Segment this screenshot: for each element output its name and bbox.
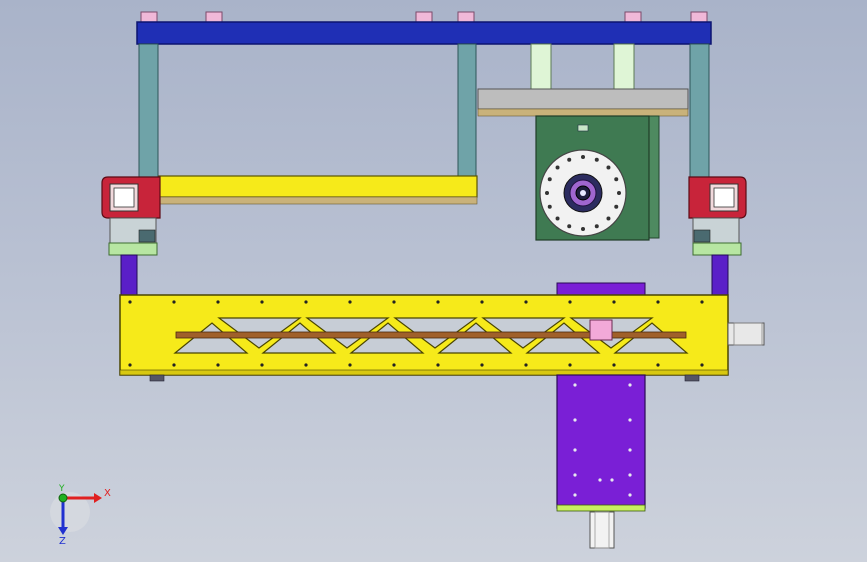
bolt-hole [573,473,577,477]
triad-z-label: Z [59,536,66,547]
carriage-base-strip [556,504,646,512]
bolt-hole [581,155,585,159]
bolt-hole [598,478,602,482]
gantry-assembly-model[interactable] [0,0,867,562]
bolt-hole [700,300,704,304]
left-red-end-block[interactable] [101,176,161,219]
bolt-hole [567,224,572,229]
lower-truss-frame[interactable] [119,294,729,376]
triad-x-arrow-icon [94,493,102,503]
upper-yellow-beam[interactable] [158,175,478,198]
cad-viewport[interactable]: X Y Z [0,0,867,562]
bolt-hole [392,363,396,367]
right-red-end-block[interactable] [688,176,747,219]
gear-hub-dot [580,190,586,196]
bolt-hole [436,300,440,304]
triad-y-axis-dot [58,493,68,503]
bolt-hole [568,300,572,304]
bolt-hole [348,363,352,367]
bolt-hole [606,216,611,221]
bolt-hole [628,473,632,477]
bolt-hole [172,363,176,367]
bolt-hole [172,300,176,304]
bolt-hole [524,363,528,367]
bolt-hole [545,191,549,195]
bolt-hole [628,383,632,387]
bolt-hole [216,363,220,367]
bolt-hole [348,300,352,304]
bolt-hole [656,363,660,367]
triad-y-label: Y [59,484,65,494]
bolt-hole [304,363,308,367]
bolt-hole [436,363,440,367]
bolt-hole [700,363,704,367]
bolt-hole [614,204,619,209]
bolt-hole [612,363,616,367]
view-orientation-triad[interactable] [50,492,102,535]
purple-carriage-lower[interactable] [556,374,646,509]
purple-carriage-top[interactable] [556,282,646,297]
bolt-hole [573,448,577,452]
rack-teeth-upper [477,108,689,117]
left-guide-bracket [108,217,158,296]
bolt-hole [480,300,484,304]
bolt-hole [617,191,621,195]
right-end-fitting[interactable] [727,322,765,346]
triad-x-label: X [104,488,111,499]
bolt-hole [480,363,484,367]
bolt-hole [524,300,528,304]
bolt-hole [392,300,396,304]
bolt-hole [547,204,552,209]
bolt-hole [628,493,632,497]
bolt-hole [216,300,220,304]
top-blue-beam[interactable] [136,21,712,45]
bolt-hole [555,165,560,170]
bolt-hole [614,177,619,182]
bolt-hole [628,418,632,422]
carriage-output-shaft[interactable] [589,511,615,549]
bolt-hole [128,300,132,304]
gearbox-back-plate [647,115,660,239]
bolt-hole [581,227,585,231]
bolt-hole [260,300,264,304]
rack-teeth-lower [158,196,478,205]
bolt-hole [573,418,577,422]
bolt-hole [128,363,132,367]
bolt-hole [555,216,560,221]
bolt-hole [610,478,614,482]
bolt-hole [656,300,660,304]
right-guide-bracket [692,217,742,296]
bolt-hole [612,300,616,304]
bolt-hole [573,493,577,497]
bolt-hole [573,383,577,387]
bolt-hole [606,165,611,170]
gearbox-mount-plate[interactable] [477,88,689,110]
gearbox-hanger-posts [530,43,635,90]
bolt-hole [547,177,552,182]
gearbox-slot [577,124,589,132]
bolt-hole [567,157,572,162]
bolt-hole [568,363,572,367]
bolt-hole [594,157,599,162]
bolt-hole [304,300,308,304]
bolt-hole [260,363,264,367]
bolt-hole [628,448,632,452]
bolt-hole [594,224,599,229]
